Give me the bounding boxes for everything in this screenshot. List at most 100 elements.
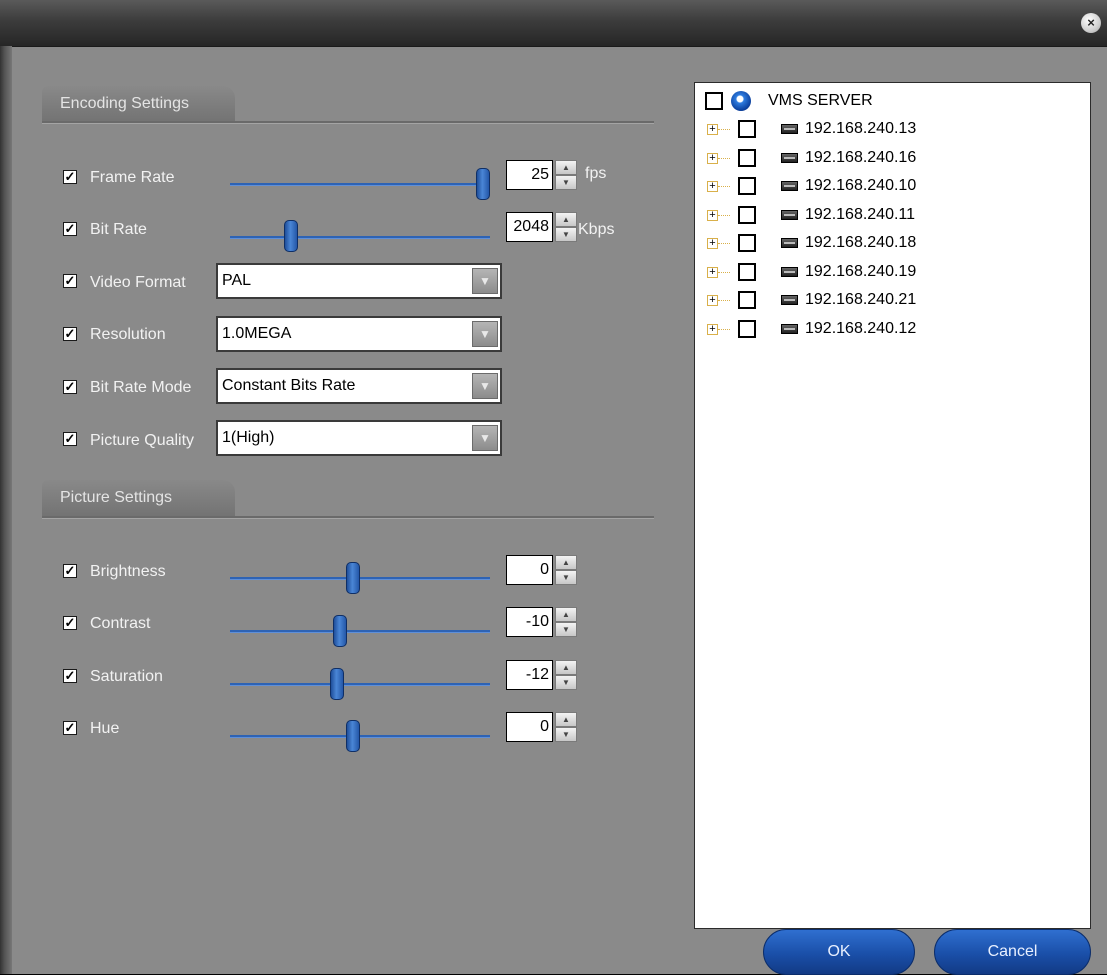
- spin-down-icon[interactable]: ▼: [555, 570, 577, 585]
- chevron-down-icon[interactable]: ▼: [472, 425, 498, 451]
- frame-rate-checkbox[interactable]: ✓: [63, 170, 77, 184]
- cancel-button[interactable]: Cancel: [934, 929, 1091, 975]
- device-checkbox[interactable]: [738, 177, 756, 195]
- spin-down-icon[interactable]: ▼: [555, 227, 577, 242]
- spin-up-icon[interactable]: ▲: [555, 660, 577, 675]
- device-checkbox[interactable]: [738, 148, 756, 167]
- contrast-spinner[interactable]: ▲ ▼: [555, 607, 577, 637]
- device-checkbox[interactable]: [738, 262, 756, 281]
- ok-button[interactable]: OK: [763, 929, 915, 975]
- bit-rate-slider-thumb[interactable]: [283, 220, 298, 252]
- contrast-label: Contrast: [90, 615, 151, 632]
- resolution-checkbox[interactable]: ✓: [63, 327, 77, 341]
- frame-rate-value-input[interactable]: 25: [506, 160, 553, 190]
- device-checkbox[interactable]: [738, 120, 756, 138]
- dialog-titlebar: ×: [0, 0, 1107, 47]
- tree-connector: [718, 214, 730, 216]
- vms-server-checkbox[interactable]: [705, 92, 723, 110]
- saturation-checkbox[interactable]: ✓: [63, 669, 77, 683]
- device-label: 192.168.240.21: [805, 291, 917, 308]
- spin-up-icon[interactable]: ▲: [555, 607, 577, 622]
- brightness-checkbox[interactable]: ✓: [63, 564, 77, 578]
- contrast-value-input[interactable]: -10: [506, 607, 553, 637]
- video-format-checkbox[interactable]: ✓: [63, 274, 77, 288]
- tree-connector: [718, 300, 730, 301]
- saturation-slider-thumb[interactable]: [330, 668, 345, 700]
- expand-plus-icon[interactable]: +: [707, 295, 718, 306]
- spin-down-icon[interactable]: ▼: [555, 175, 577, 190]
- tree-device-row[interactable]: +192.168.240.13: [695, 115, 1090, 143]
- video-format-select[interactable]: PAL ▼: [216, 263, 502, 299]
- resolution-value: 1.0MEGA: [222, 325, 292, 342]
- chevron-down-icon[interactable]: ▼: [472, 321, 498, 347]
- tree-device-row[interactable]: +192.168.240.18: [695, 229, 1090, 257]
- tree-device-row[interactable]: +192.168.240.11: [695, 201, 1090, 229]
- picture-quality-checkbox[interactable]: ✓: [63, 432, 77, 446]
- tree-device-row[interactable]: +192.168.240.19: [695, 258, 1090, 286]
- contrast-slider-thumb[interactable]: [333, 615, 347, 647]
- tree-root-row[interactable]: VMS SERVER: [695, 87, 1090, 115]
- expand-plus-icon[interactable]: +: [707, 124, 718, 135]
- tree-connector: [718, 328, 730, 330]
- hue-spinner[interactable]: ▲ ▼: [555, 712, 577, 742]
- brightness-spinner[interactable]: ▲ ▼: [555, 555, 577, 585]
- device-icon: [781, 124, 798, 134]
- bit-rate-mode-checkbox[interactable]: ✓: [63, 380, 77, 394]
- expand-plus-icon[interactable]: +: [707, 266, 718, 278]
- spin-up-icon[interactable]: ▲: [555, 712, 577, 727]
- saturation-value-input[interactable]: -12: [506, 660, 553, 690]
- brightness-slider-thumb[interactable]: [346, 562, 360, 594]
- frame-rate-slider-track[interactable]: [230, 183, 490, 186]
- bit-rate-spinner[interactable]: ▲ ▼: [555, 212, 577, 242]
- close-icon[interactable]: ×: [1081, 13, 1101, 33]
- tree-device-row[interactable]: +192.168.240.12: [695, 315, 1090, 343]
- hue-value-input[interactable]: 0: [506, 712, 553, 742]
- vms-server-label: VMS SERVER: [768, 92, 873, 109]
- hue-slider-track[interactable]: [230, 735, 490, 738]
- tree-device-row[interactable]: +192.168.240.21: [695, 286, 1090, 314]
- saturation-slider-track[interactable]: [230, 683, 490, 686]
- device-checkbox[interactable]: [738, 319, 756, 338]
- picture-quality-select[interactable]: 1(High) ▼: [216, 420, 502, 456]
- bit-rate-checkbox[interactable]: ✓: [63, 222, 77, 236]
- device-checkbox[interactable]: [738, 205, 756, 224]
- device-checkbox[interactable]: [738, 291, 756, 309]
- spin-up-icon[interactable]: ▲: [555, 555, 577, 570]
- device-checkbox[interactable]: [738, 234, 756, 252]
- spin-down-icon[interactable]: ▼: [555, 622, 577, 637]
- resolution-select[interactable]: 1.0MEGA ▼: [216, 316, 502, 352]
- device-tree-panel[interactable]: VMS SERVER +192.168.240.13 +192.168.240.1…: [694, 82, 1091, 929]
- brightness-slider-track[interactable]: [230, 577, 490, 580]
- frame-rate-slider-thumb[interactable]: [476, 168, 490, 200]
- spin-down-icon[interactable]: ▼: [555, 675, 577, 690]
- device-icon: [781, 323, 798, 334]
- spin-down-icon[interactable]: ▼: [555, 727, 577, 742]
- spin-up-icon[interactable]: ▲: [555, 160, 577, 175]
- bit-rate-slider-track[interactable]: [230, 236, 490, 239]
- spin-up-icon[interactable]: ▲: [555, 212, 577, 227]
- contrast-slider-track[interactable]: [230, 630, 490, 633]
- brightness-value-input[interactable]: 0: [506, 555, 553, 585]
- expand-plus-icon[interactable]: +: [707, 209, 718, 221]
- device-label: 192.168.240.12: [805, 319, 917, 337]
- expand-plus-icon[interactable]: +: [707, 323, 718, 335]
- bit-rate-label: Bit Rate: [90, 221, 147, 238]
- tree-device-row[interactable]: +192.168.240.16: [695, 144, 1090, 172]
- hue-checkbox[interactable]: ✓: [63, 721, 77, 735]
- frame-rate-spinner[interactable]: ▲ ▼: [555, 160, 577, 190]
- tree-device-row[interactable]: +192.168.240.10: [695, 172, 1090, 200]
- chevron-down-icon[interactable]: ▼: [472, 373, 498, 399]
- device-label: 192.168.240.18: [805, 234, 917, 251]
- chevron-down-icon[interactable]: ▼: [472, 268, 498, 294]
- tree-connector: [718, 186, 730, 187]
- contrast-checkbox[interactable]: ✓: [63, 616, 77, 630]
- expand-plus-icon[interactable]: +: [707, 152, 718, 164]
- expand-plus-icon[interactable]: +: [707, 181, 718, 192]
- bit-rate-mode-select[interactable]: Constant Bits Rate ▼: [216, 368, 502, 404]
- device-label: 192.168.240.11: [805, 205, 916, 223]
- bit-rate-value-input[interactable]: 2048: [506, 212, 553, 242]
- left-frame-edge: [0, 46, 12, 974]
- expand-plus-icon[interactable]: +: [707, 238, 718, 249]
- hue-slider-thumb[interactable]: [346, 720, 360, 752]
- saturation-spinner[interactable]: ▲ ▼: [555, 660, 577, 690]
